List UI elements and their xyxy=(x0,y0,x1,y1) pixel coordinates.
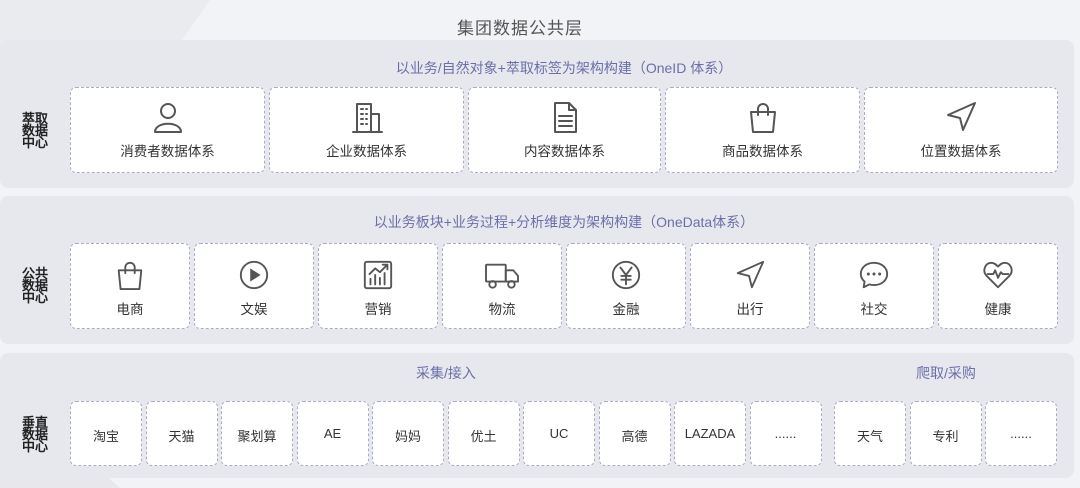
source-card[interactable]: 妈妈 xyxy=(372,401,444,466)
source-card[interactable]: 淘宝 xyxy=(70,401,142,466)
card-consumer-data[interactable]: 消费者数据体系 xyxy=(70,87,265,173)
navigation-icon xyxy=(736,260,765,289)
source-card[interactable]: 天猫 xyxy=(145,401,218,466)
vertical-data-center: 垂直 数据 中心 采集/接入 爬取/采购 淘宝 天猫 聚划算 AE 妈妈 优土 UC 高德 LA… xyxy=(0,353,1074,478)
source-label: 专利 xyxy=(932,429,959,444)
card-enterprise-data[interactable]: 企业数据体系 xyxy=(269,87,464,173)
source-label: 天气 xyxy=(856,429,883,444)
extract-layer-subtitle: 以业务/自然对象+萃取标签为架构构建（OneID 体系） xyxy=(395,60,733,76)
source-card[interactable]: 专利 xyxy=(909,401,982,466)
source-label: 优土 xyxy=(470,429,497,444)
card-label: 企业数据体系 xyxy=(326,144,407,159)
source-card[interactable]: 天气 xyxy=(834,401,906,466)
card-finance[interactable]: 金融 xyxy=(566,243,686,329)
card-label: 消费者数据体系 xyxy=(120,144,215,159)
page-title: 集团数据公共层 xyxy=(457,19,583,38)
crawl-purchase-title: 爬取/采购 xyxy=(916,365,976,381)
source-label: 淘宝 xyxy=(92,429,119,444)
card-ecommerce[interactable]: 电商 xyxy=(70,243,190,329)
document-icon xyxy=(553,102,577,133)
source-label: UC xyxy=(549,426,569,441)
public-layer-subtitle: 以业务板块+业务过程+分析维度为架构构建（OneData体系） xyxy=(373,214,755,230)
card-label: 健康 xyxy=(984,302,1012,317)
public-data-center: 公共 数据 中心 以业务板块+业务过程+分析维度为架构构建（OneData体系）… xyxy=(0,196,1074,344)
source-label: ...... xyxy=(1010,426,1032,441)
chat-icon xyxy=(859,261,889,289)
card-travel[interactable]: 出行 xyxy=(690,243,810,329)
source-card[interactable]: ...... xyxy=(985,401,1057,466)
card-label: 出行 xyxy=(736,302,764,317)
truck-icon xyxy=(485,263,519,289)
play-icon xyxy=(239,260,269,290)
source-label: LAZADA xyxy=(684,426,736,441)
card-label: 金融 xyxy=(612,302,640,317)
heart-pulse-icon xyxy=(983,261,1013,289)
shopping-bag-icon xyxy=(117,261,143,291)
source-label: ...... xyxy=(774,426,797,441)
card-label: 社交 xyxy=(860,302,888,317)
source-label: 聚划算 xyxy=(237,429,277,444)
card-social[interactable]: 社交 xyxy=(814,243,934,329)
source-card[interactable]: 优土 xyxy=(447,401,520,466)
card-label: 商品数据体系 xyxy=(722,144,803,159)
yen-icon xyxy=(611,260,641,290)
card-content-data[interactable]: 内容数据体系 xyxy=(468,87,661,173)
card-label: 物流 xyxy=(488,302,516,317)
source-card[interactable]: AE xyxy=(296,401,369,466)
collect-access-title: 采集/接入 xyxy=(416,365,476,381)
shopping-bag-icon xyxy=(749,103,776,133)
source-label: 妈妈 xyxy=(394,429,421,444)
chart-icon xyxy=(363,260,393,290)
source-label: AE xyxy=(323,426,342,441)
source-label: 天猫 xyxy=(168,429,195,444)
public-layer-label: 公共 数据 中心 xyxy=(21,266,48,305)
card-marketing[interactable]: 营销 xyxy=(318,243,438,329)
card-label: 内容数据体系 xyxy=(524,144,605,159)
source-card[interactable]: 高德 xyxy=(598,401,671,466)
card-logistics[interactable]: 物流 xyxy=(442,243,562,329)
extract-layer-label: 萃取 数据 中心 xyxy=(21,111,48,150)
vertical-layer-label: 垂直 数据 中心 xyxy=(21,415,48,454)
card-label: 电商 xyxy=(116,302,144,317)
card-label: 位置数据体系 xyxy=(920,144,1002,159)
source-card[interactable]: 聚划算 xyxy=(221,401,293,466)
card-product-data[interactable]: 商品数据体系 xyxy=(665,87,860,173)
source-card[interactable]: LAZADA xyxy=(674,401,746,466)
source-card[interactable]: UC xyxy=(523,401,595,466)
navigation-icon xyxy=(947,102,976,131)
card-label: 营销 xyxy=(364,302,392,317)
user-icon xyxy=(153,103,182,133)
extract-data-center: 萃取 数据 中心 以业务/自然对象+萃取标签为架构构建（OneID 体系） 消费… xyxy=(0,40,1074,188)
building-icon xyxy=(351,103,383,133)
card-entertainment[interactable]: 文娱 xyxy=(194,243,314,329)
source-label: 高德 xyxy=(621,429,648,444)
card-location-data[interactable]: 位置数据体系 xyxy=(864,87,1058,173)
card-health[interactable]: 健康 xyxy=(938,243,1058,329)
card-label: 文娱 xyxy=(240,302,268,317)
source-card[interactable]: ...... xyxy=(749,401,822,466)
